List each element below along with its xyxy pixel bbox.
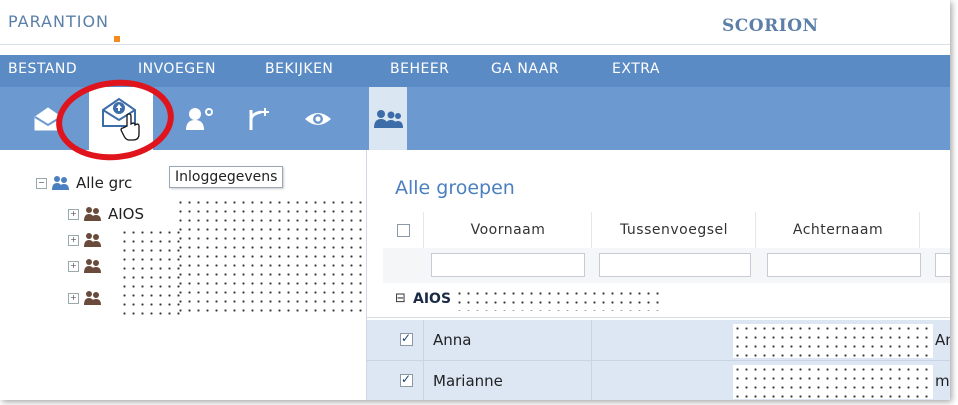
cell-voornaam: Anna — [433, 331, 472, 349]
group-icon — [374, 109, 403, 128]
group-icon — [84, 259, 101, 273]
menu-ga-naar[interactable]: GA NAAR — [491, 61, 559, 77]
groups-button[interactable] — [369, 87, 407, 150]
collapse-icon[interactable]: − — [36, 177, 47, 189]
select-all-checkbox[interactable] — [396, 223, 410, 237]
menu-bekijken[interactable]: BEKIJKEN — [265, 61, 333, 77]
redacted-area — [455, 289, 665, 311]
filter-achternaam-input[interactable] — [767, 253, 921, 277]
expand-icon[interactable]: + — [68, 260, 79, 272]
tree-item-3[interactable]: + — [68, 255, 108, 277]
col-tussenvoegsel[interactable]: Tussenvoegsel — [591, 212, 756, 248]
expand-icon[interactable]: + — [68, 234, 79, 246]
cell-voornaam: Marianne — [433, 372, 503, 390]
tooltip: Inloggegevens — [169, 166, 284, 188]
view-button[interactable] — [296, 87, 340, 150]
table-row[interactable]: Anna An — [367, 320, 950, 361]
tree-root-row[interactable]: − Alle grc — [36, 172, 132, 194]
col-voornaam[interactable]: Voornaam — [423, 212, 592, 248]
logo-dot — [114, 36, 120, 42]
menu-invoegen[interactable]: INVOEGEN — [138, 61, 216, 77]
tree-item-aios[interactable]: + AIOS — [68, 203, 144, 225]
redacted-area — [120, 228, 180, 318]
redacted-area — [176, 198, 366, 318]
cell-next: mf — [935, 372, 950, 390]
title-bar: PARANTION SCORION — [0, 0, 950, 45]
eye-icon — [305, 112, 331, 125]
redacted-area — [733, 365, 933, 399]
tree-item-label[interactable]: AIOS — [108, 205, 144, 223]
user-location-button[interactable] — [178, 87, 222, 150]
grid-header: Voornaam Tussenvoegsel Achternaam — [383, 212, 950, 249]
select-all-cell — [383, 212, 423, 248]
branch-add-button[interactable] — [236, 87, 280, 150]
parantion-logo: PARANTION — [8, 12, 110, 31]
column-divider — [591, 361, 592, 400]
table-row[interactable]: Marianne mf — [367, 361, 950, 400]
panel-title: Alle groepen — [395, 177, 515, 199]
filter-voornaam-input[interactable] — [431, 253, 585, 277]
group-icon — [84, 207, 101, 221]
column-divider — [423, 320, 424, 360]
tree-item-4[interactable]: + — [68, 287, 108, 309]
tree-item-2[interactable]: + — [68, 229, 108, 251]
group-icon — [52, 176, 69, 190]
app-window: PARANTION SCORION BESTAND INVOEGEN BEKIJ… — [0, 0, 950, 400]
filter-row — [383, 248, 950, 284]
menu-beheer[interactable]: BEHEER — [390, 61, 449, 77]
filter-next-input[interactable] — [935, 253, 950, 277]
col-next — [919, 212, 950, 248]
group-icon — [84, 291, 101, 305]
group-header-label: AIOS — [413, 291, 452, 307]
redacted-area — [733, 324, 933, 358]
app-name: SCORION — [722, 16, 819, 36]
menu-extra[interactable]: EXTRA — [612, 61, 660, 77]
expand-icon[interactable]: + — [68, 292, 79, 304]
group-icon — [84, 233, 101, 247]
filter-tussenvoegsel-input[interactable] — [599, 253, 751, 277]
collapse-group-icon[interactable]: ⊟ — [395, 291, 406, 306]
column-divider — [591, 320, 592, 360]
user-location-icon — [186, 107, 213, 130]
cell-next: An — [935, 331, 950, 349]
column-divider — [423, 361, 424, 400]
menu-bestand[interactable]: BESTAND — [8, 61, 77, 77]
row-checkbox[interactable] — [400, 372, 413, 387]
branch-add-icon — [249, 107, 269, 130]
col-achternaam[interactable]: Achternaam — [755, 212, 920, 248]
expand-icon[interactable]: + — [68, 208, 79, 220]
row-checkbox[interactable] — [400, 331, 413, 346]
tree-root-label[interactable]: Alle grc — [76, 174, 132, 192]
group-header-row[interactable]: ⊟ AIOS — [367, 283, 950, 318]
